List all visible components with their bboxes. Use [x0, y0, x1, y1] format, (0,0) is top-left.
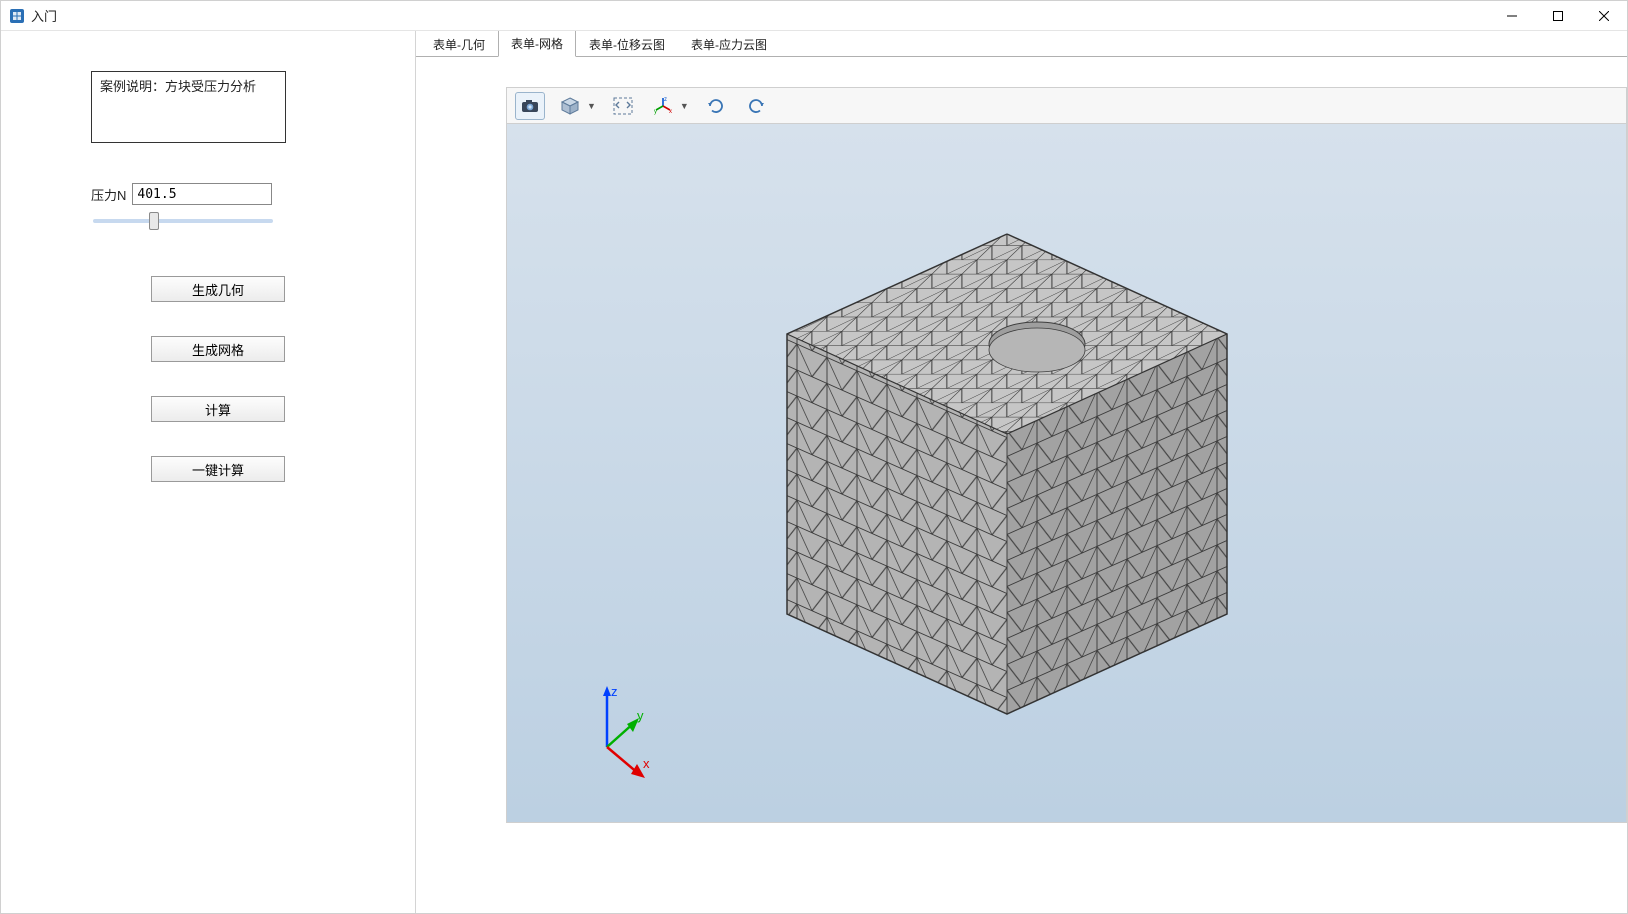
body: 案例说明：方块受压力分析 压力N 生成几何 生成网格 计算 一键计算 表单-几何…	[1, 31, 1627, 913]
window-title: 入门	[31, 6, 57, 25]
rotate-cw-button[interactable]	[701, 92, 731, 120]
svg-text:y: y	[654, 109, 657, 115]
mesh-canvas[interactable]: z y x	[506, 123, 1627, 823]
viewer-toolbar: ▼ zx y ▼	[506, 87, 1627, 123]
app-window: 入门 案例说明：方块受压力分析 压力N 生成几何 生成网格 计算	[0, 0, 1628, 914]
app-icon	[9, 8, 25, 24]
force-slider-wrap	[91, 211, 271, 226]
maximize-icon	[1553, 11, 1563, 21]
axis-y-label: y	[637, 708, 644, 723]
camera-snapshot-button[interactable]	[515, 92, 545, 120]
close-icon	[1599, 11, 1609, 21]
force-label: 压力N	[91, 185, 126, 204]
sidebar: 案例说明：方块受压力分析 压力N 生成几何 生成网格 计算 一键计算	[1, 31, 415, 913]
axis-z-label: z	[611, 684, 618, 699]
camera-icon	[521, 99, 539, 113]
minimize-icon	[1507, 11, 1517, 21]
tab-bar: 表单-几何 表单-网格 表单-位移云图 表单-应力云图	[416, 31, 1627, 57]
svg-text:x: x	[669, 109, 672, 115]
maximize-button[interactable]	[1535, 1, 1581, 31]
tab-displacement[interactable]: 表单-位移云图	[576, 31, 678, 57]
svg-text:z: z	[664, 97, 667, 103]
chevron-down-icon[interactable]: ▼	[678, 101, 691, 111]
axes-orientation-button[interactable]: zx y	[648, 92, 678, 120]
close-button[interactable]	[1581, 1, 1627, 31]
main-panel: 表单-几何 表单-网格 表单-位移云图 表单-应力云图 ▼	[416, 31, 1627, 913]
button-column: 生成几何 生成网格 计算 一键计算	[81, 276, 355, 482]
tab-mesh[interactable]: 表单-网格	[498, 31, 576, 57]
tab-geometry[interactable]: 表单-几何	[420, 31, 498, 57]
minimize-button[interactable]	[1489, 1, 1535, 31]
chevron-down-icon[interactable]: ▼	[585, 101, 598, 111]
box-view-group: ▼	[555, 92, 598, 120]
force-slider[interactable]	[93, 219, 273, 223]
rotate-cw-icon	[706, 96, 726, 116]
rotate-ccw-icon	[746, 96, 766, 116]
force-row: 压力N	[91, 183, 272, 205]
force-input[interactable]	[132, 183, 272, 205]
box-view-icon	[560, 96, 580, 116]
generate-mesh-button[interactable]: 生成网格	[151, 336, 285, 362]
axis-triad: z y x	[577, 682, 667, 782]
mesh-cube	[707, 174, 1307, 774]
compute-button[interactable]: 计算	[151, 396, 285, 422]
titlebar: 入门	[1, 1, 1627, 31]
one-click-compute-button[interactable]: 一键计算	[151, 456, 285, 482]
tab-content: ▼ zxy ▼	[416, 57, 1627, 913]
fit-view-button[interactable]	[608, 92, 638, 120]
generate-geometry-button[interactable]: 生成几何	[151, 276, 285, 302]
case-description: 案例说明：方块受压力分析	[91, 71, 286, 143]
tab-stress[interactable]: 表单-应力云图	[678, 31, 780, 57]
box-view-button[interactable]	[555, 92, 585, 120]
fit-view-icon	[613, 97, 633, 115]
axes-group: zx y ▼	[648, 92, 691, 120]
axis-x-label: x	[643, 756, 650, 771]
axes-icon: zx y	[653, 96, 673, 116]
rotate-ccw-button[interactable]	[741, 92, 771, 120]
